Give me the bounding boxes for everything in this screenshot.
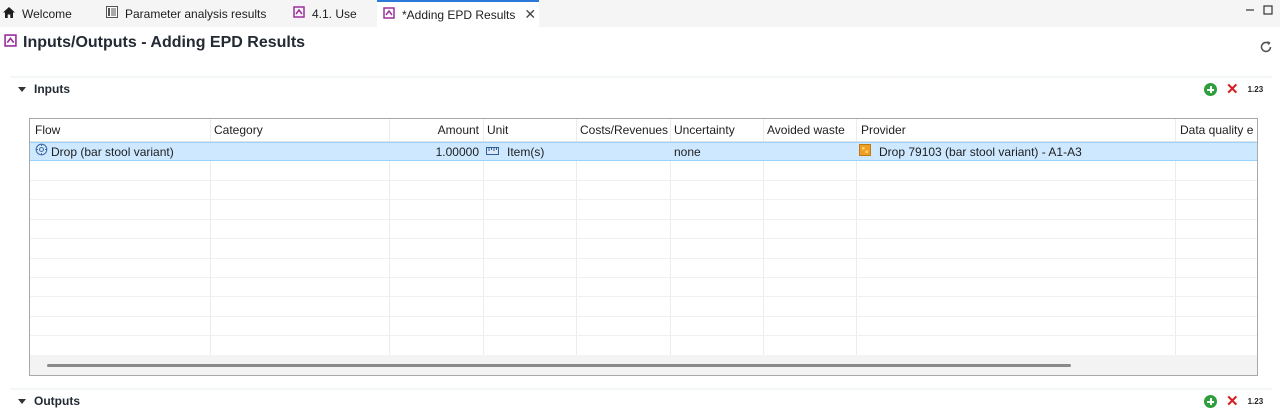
process-icon: [293, 6, 305, 21]
number-format-icon[interactable]: 1.23: [1248, 397, 1264, 406]
collapse-arrow-icon[interactable]: [18, 86, 26, 92]
flow-icon: [35, 143, 48, 161]
page-title: Inputs/Outputs - Adding EPD Results: [4, 34, 305, 52]
column-header-category[interactable]: Category: [214, 119, 386, 141]
process-icon: [383, 7, 395, 22]
process-icon: [4, 34, 17, 52]
tab-adding-epd-results[interactable]: *Adding EPD Results ✕: [377, 0, 539, 27]
column-header-costs-revenues[interactable]: Costs/Revenues: [580, 119, 668, 141]
table-cell-unit[interactable]: Item(s): [486, 143, 544, 161]
tab-label: 4.1. Use: [312, 6, 357, 21]
row-divider: [30, 277, 1257, 278]
table-cell-provider[interactable]: Drop 79103 (bar stool variant) - A1-A3: [859, 143, 1082, 161]
number-format-icon[interactable]: 1.23: [1248, 85, 1264, 94]
outputs-toolbar: ✕ 1.23: [1204, 394, 1264, 409]
tab-label: Welcome: [22, 6, 72, 21]
table-cell-uncertainty[interactable]: none: [674, 143, 701, 161]
collapse-arrow-icon[interactable]: [18, 398, 26, 404]
column-header-uncertainty[interactable]: Uncertainty: [674, 119, 760, 141]
row-divider: [30, 219, 1257, 220]
table-cell-amount[interactable]: 1.00000: [393, 143, 479, 161]
table-cell-flow[interactable]: Drop (bar stool variant): [35, 143, 174, 161]
column-header-flow[interactable]: Flow: [35, 119, 207, 141]
editor-tab-bar: Welcome Parameter analysis results 4.1. …: [0, 0, 1280, 27]
refresh-icon[interactable]: [1259, 40, 1273, 54]
outputs-section-header[interactable]: Outputs: [18, 394, 80, 408]
row-divider: [30, 199, 1257, 200]
minimize-icon[interactable]: [1245, 4, 1255, 14]
row-divider: [30, 296, 1257, 297]
tab-use[interactable]: 4.1. Use: [293, 0, 357, 27]
row-divider: [30, 180, 1257, 181]
column-header-amount[interactable]: Amount: [393, 119, 479, 141]
home-icon: [3, 6, 15, 21]
row-divider: [30, 238, 1257, 239]
scrollbar-thumb[interactable]: [47, 364, 1071, 367]
add-icon[interactable]: [1204, 83, 1217, 96]
column-header-provider[interactable]: Provider: [861, 119, 1161, 141]
tab-label: Parameter analysis results: [125, 6, 267, 21]
tab-label: *Adding EPD Results: [402, 7, 516, 22]
add-icon[interactable]: [1204, 395, 1217, 408]
section-separator: [10, 76, 1272, 79]
tab-welcome[interactable]: Welcome: [3, 0, 72, 27]
unit-icon: [486, 143, 499, 161]
column-header-avoided-waste[interactable]: Avoided waste: [767, 119, 853, 141]
remove-icon[interactable]: ✕: [1226, 394, 1239, 409]
column-header-unit[interactable]: Unit: [487, 119, 573, 141]
inputs-section-header[interactable]: Inputs: [18, 82, 70, 96]
table-header: Flow Category Amount Unit Costs/Revenues…: [30, 119, 1257, 142]
inputs-toolbar: ✕ 1.23: [1204, 82, 1264, 97]
tab-parameter-analysis-results[interactable]: Parameter analysis results: [106, 0, 266, 27]
maximize-icon[interactable]: [1263, 4, 1273, 15]
column-header-data-quality[interactable]: Data quality e: [1180, 119, 1257, 141]
provider-icon: [859, 143, 871, 161]
remove-icon[interactable]: ✕: [1226, 82, 1239, 97]
inputs-table[interactable]: Flow Category Amount Unit Costs/Revenues…: [29, 118, 1258, 376]
horizontal-scrollbar[interactable]: [30, 355, 1257, 375]
row-divider: [30, 316, 1257, 317]
section-separator: [10, 388, 1272, 391]
table-icon: [106, 6, 118, 21]
close-icon[interactable]: ✕: [524, 6, 536, 23]
row-divider: [30, 258, 1257, 259]
row-divider: [30, 335, 1257, 336]
